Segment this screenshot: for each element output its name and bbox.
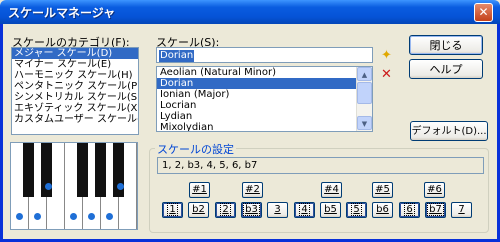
category-list[interactable]: メジャー スケール(D) マイナー スケール(E) ハーモニック スケール(H) ペン…: [11, 47, 139, 135]
piano-keyboard: [10, 142, 138, 230]
degree-button[interactable]: 4: [294, 202, 315, 218]
sharp-degree-button[interactable]: #6: [424, 182, 445, 198]
degree-button[interactable]: b6: [372, 202, 393, 218]
category-item[interactable]: カスタムユーザー スケール(U): [12, 114, 138, 125]
scale-item[interactable]: Dorian: [157, 78, 357, 89]
delete-x-icon[interactable]: ✕: [379, 67, 394, 82]
scale-note-dot: [88, 213, 95, 220]
degree-label: b2: [192, 204, 205, 215]
help-button[interactable]: ヘルプ: [409, 59, 483, 79]
degree-label: b3: [243, 203, 260, 216]
sharp-degree-label: #1: [192, 184, 207, 195]
scale-note-dot: [45, 183, 52, 190]
scale-formula-field: 1, 2, b3, 4, 5, 6, b7: [157, 157, 484, 174]
sharp-degree-label: #6: [427, 184, 442, 195]
category-item[interactable]: メジャー スケール(D): [12, 48, 138, 59]
degree-button[interactable]: 1: [162, 202, 183, 218]
scale-note-dot: [70, 213, 77, 220]
degree-label: 3: [274, 204, 281, 215]
scale-settings-title: スケールの設定: [155, 141, 236, 157]
degree-label: b6: [376, 204, 389, 215]
sharp-degree-button[interactable]: #5: [372, 182, 393, 198]
window-title: スケールマネージャ: [8, 6, 116, 20]
scale-note-dot: [34, 213, 41, 220]
scale-input[interactable]: Dorian: [156, 47, 373, 63]
degree-button[interactable]: 3: [267, 202, 288, 218]
scroll-thumb[interactable]: [357, 82, 372, 104]
category-item[interactable]: エキゾティック スケール(X): [12, 103, 138, 114]
degree-button[interactable]: 5: [346, 202, 367, 218]
sharp-degree-button[interactable]: #2: [242, 182, 263, 198]
scale-item[interactable]: Aeolian (Natural Minor): [157, 67, 357, 78]
scale-input-value: Dorian: [159, 50, 195, 62]
degree-label: b5: [324, 204, 337, 215]
category-item[interactable]: シンメトリカル スケール(S): [12, 92, 138, 103]
window-border-left: [0, 24, 3, 242]
degree-button[interactable]: 7: [451, 202, 472, 218]
scale-list[interactable]: Aeolian (Natural Minor) Dorian Ionian (Maj…: [156, 66, 373, 132]
degree-label: 1: [167, 203, 178, 216]
scale-note-dot: [106, 213, 113, 220]
close-window-button[interactable]: ✕: [474, 3, 493, 22]
degree-button[interactable]: b5: [320, 202, 341, 218]
sharp-degree-button[interactable]: #4: [321, 182, 342, 198]
category-item[interactable]: マイナー スケール(E): [12, 59, 138, 70]
category-item[interactable]: ハーモニック スケール(H): [12, 70, 138, 81]
degree-button[interactable]: 6: [399, 202, 420, 218]
degree-button[interactable]: b3: [241, 202, 262, 218]
close-icon: ✕: [478, 5, 489, 19]
scale-list-scrollbar[interactable]: ▲ ▼: [356, 67, 372, 131]
sharp-degree-label: #5: [375, 184, 390, 195]
sharp-degree-button[interactable]: #1: [189, 182, 210, 198]
scale-item[interactable]: Mixolydian: [157, 122, 357, 131]
scale-item[interactable]: Lydian: [157, 111, 357, 122]
degree-label: 6: [404, 203, 415, 216]
sharp-degree-label: #2: [245, 184, 260, 195]
scroll-down-icon[interactable]: ▼: [357, 116, 372, 130]
scale-note-dot: [16, 213, 23, 220]
degree-button[interactable]: 2: [215, 202, 236, 218]
degree-label: 5: [351, 203, 362, 216]
scale-item[interactable]: Locrian: [157, 100, 357, 111]
close-button[interactable]: 閉じる: [409, 35, 483, 55]
degree-label: 2: [220, 203, 231, 216]
piano-black-key: [23, 143, 34, 197]
category-item[interactable]: ペンタトニック スケール(P): [12, 81, 138, 92]
scale-note-dot: [117, 183, 124, 190]
sharp-degree-label: #4: [324, 184, 339, 195]
degree-button[interactable]: b7: [425, 202, 446, 218]
piano-black-key: [77, 143, 88, 197]
degree-label: b7: [427, 203, 444, 216]
degree-label: 4: [299, 203, 310, 216]
degree-label: 7: [458, 204, 465, 215]
add-star-icon[interactable]: ✦: [379, 48, 394, 63]
degree-button[interactable]: b2: [188, 202, 209, 218]
default-button[interactable]: デフォルト(D)...: [410, 121, 488, 141]
scroll-up-icon[interactable]: ▲: [357, 67, 372, 81]
piano-black-key: [95, 143, 106, 197]
scale-item[interactable]: Ionian (Major): [157, 89, 357, 100]
